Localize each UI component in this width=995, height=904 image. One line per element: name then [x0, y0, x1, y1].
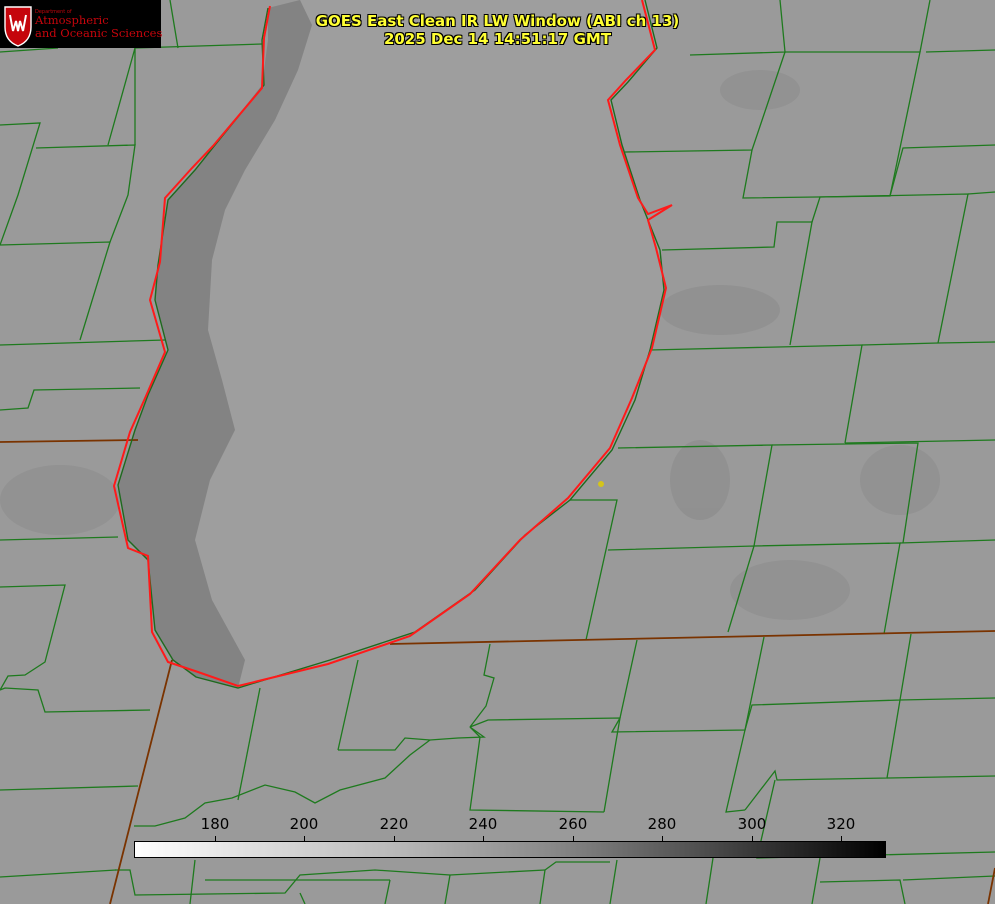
map-title: GOES East Clean IR LW Window (ABI ch 13): [315, 12, 680, 30]
satellite-map-stage: Department of Atmospheric and Oceanic Sc…: [0, 0, 995, 904]
colorbar-tick: [841, 836, 842, 842]
colorbar-tick: [662, 836, 663, 842]
colorbar-tick: [483, 836, 484, 842]
city-marker: [598, 481, 604, 487]
temperature-colorbar: [134, 841, 886, 858]
colorbar-tick-label: 300: [737, 815, 767, 833]
colorbar-tick-label: 280: [647, 815, 677, 833]
colorbar-tick-label: 200: [289, 815, 319, 833]
map-timestamp: 2025 Dec 14 14:51:17 GMT: [383, 30, 612, 48]
colorbar-tick: [394, 836, 395, 842]
satellite-imagery-map: [0, 0, 995, 904]
colorbar-tick: [752, 836, 753, 842]
colorbar-tick: [304, 836, 305, 842]
colorbar-tick-label: 260: [558, 815, 588, 833]
colorbar-tick: [215, 836, 216, 842]
colorbar-tick: [573, 836, 574, 842]
colorbar-tick-label: 220: [379, 815, 409, 833]
colorbar-tick-label: 180: [200, 815, 230, 833]
colorbar-tick-label: 320: [826, 815, 856, 833]
colorbar-tick-label: 240: [468, 815, 498, 833]
